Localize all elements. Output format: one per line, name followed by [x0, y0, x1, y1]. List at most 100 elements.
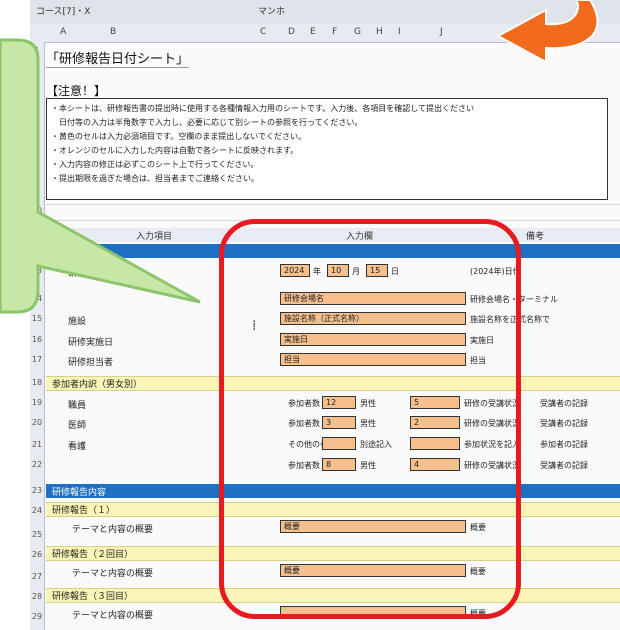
- row-number[interactable]: 15: [30, 314, 44, 323]
- day-unit: 日: [391, 267, 399, 276]
- row-number[interactable]: 28: [30, 592, 44, 601]
- report-section-header: 研修報告（３回目）: [46, 588, 620, 603]
- row-number[interactable]: 26: [30, 550, 44, 559]
- note-line: ・黄色のセルは入力必須項目です。空欄のまま提出しないでください。: [51, 132, 306, 141]
- report-summary-input[interactable]: 概要: [280, 520, 466, 533]
- row-number[interactable]: 19: [30, 398, 44, 407]
- date-note: (2024年)日付: [470, 267, 521, 276]
- band-label-items: 入力項目: [136, 232, 173, 242]
- report-summary-input[interactable]: 概要: [280, 564, 466, 577]
- facility-input[interactable]: 施設名称（正式名称）: [280, 312, 466, 325]
- row-number[interactable]: 5: [30, 128, 44, 137]
- date-text-input[interactable]: 実施日: [280, 333, 466, 346]
- staff-input[interactable]: 担当: [280, 353, 466, 366]
- section-header-participants: 参加者内訳（男女別）: [46, 376, 620, 391]
- band-label-input: 入力欄: [346, 232, 374, 242]
- venue-input[interactable]: 研修会場名: [280, 292, 466, 305]
- notes-box: ・本シートは、研修報告書の提出時に使用する各種情報入力用のシートです。入力後、各…: [46, 98, 608, 200]
- report-field-label: テーマと内容の概要: [72, 611, 154, 621]
- column-header[interactable]: A: [60, 27, 66, 37]
- row-number[interactable]: 14: [30, 294, 44, 303]
- participant-label: 職員: [68, 401, 87, 411]
- column-header[interactable]: G: [354, 27, 361, 37]
- row-number[interactable]: 22: [30, 460, 44, 469]
- column-header[interactable]: D: [288, 27, 295, 37]
- section-label: 参加者内訳（男女別）: [52, 380, 143, 390]
- row-number[interactable]: 2: [30, 84, 44, 93]
- row-number[interactable]: 25: [30, 530, 44, 539]
- section-label: 基本情報: [52, 248, 89, 258]
- bracket-mark: ⁞: [252, 318, 257, 334]
- report-field-label: テーマと内容の概要: [72, 569, 154, 579]
- row-number[interactable]: 27: [30, 572, 44, 581]
- column-header[interactable]: E: [310, 27, 316, 37]
- row-number[interactable]: 13: [30, 266, 44, 275]
- report-section-header: 研修報告（２回目）: [46, 546, 620, 561]
- year-input[interactable]: 2024: [280, 264, 310, 277]
- note-line: ・提出期限を過ぎた場合は、担当者までご連絡ください。: [51, 174, 259, 183]
- row-number[interactable]: 20: [30, 418, 44, 427]
- report-note: 概要: [470, 523, 486, 532]
- row-number[interactable]: 9: [30, 184, 44, 193]
- name-box[interactable]: コース[7]・X: [36, 4, 90, 17]
- column-headers: A B C D E F G H I J: [30, 24, 620, 43]
- field-note: 実施日: [470, 336, 494, 345]
- field-note: 研修会場名・ターミナル: [470, 295, 558, 304]
- participant-note: 受講者の記録: [540, 461, 588, 470]
- formula-input[interactable]: マンホ: [258, 4, 285, 17]
- count-input[interactable]: 3: [322, 416, 356, 429]
- row-number[interactable]: 23: [30, 486, 44, 495]
- row-number[interactable]: 8: [30, 170, 44, 179]
- month-unit: 月: [352, 267, 360, 276]
- gender-label: 男性: [360, 419, 376, 428]
- field-note: 施設名称を正式名称で: [470, 315, 550, 324]
- report-summary-input[interactable]: [280, 606, 466, 619]
- gender-count-input[interactable]: 2: [410, 416, 460, 429]
- row-number[interactable]: 24: [30, 506, 44, 515]
- row-number[interactable]: 17: [30, 355, 44, 364]
- gender-label: 別途記入: [360, 440, 392, 449]
- gender-count-input[interactable]: 4: [410, 458, 460, 471]
- column-header[interactable]: H: [376, 27, 383, 37]
- notice-heading: 【注意！】: [46, 84, 107, 98]
- section-header-reports: 研修報告内容: [46, 484, 620, 498]
- column-header[interactable]: J: [440, 27, 443, 37]
- grid-line: [46, 220, 620, 221]
- column-header[interactable]: I: [398, 27, 401, 37]
- gender-count-input[interactable]: [410, 437, 460, 450]
- row-number[interactable]: 3: [30, 100, 44, 109]
- row-number[interactable]: 21: [30, 440, 44, 449]
- column-header[interactable]: C: [260, 27, 266, 37]
- column-header[interactable]: B: [110, 27, 116, 37]
- gender-count-input[interactable]: 5: [410, 396, 460, 409]
- participant-note: 受講者の記録: [540, 399, 588, 408]
- row-number[interactable]: 11: [30, 232, 44, 241]
- section-header-basic: 基本情報: [46, 244, 620, 258]
- participant-label: 医師: [68, 421, 87, 431]
- participant-note: 受講者の記録: [540, 419, 588, 428]
- row-number[interactable]: 16: [30, 335, 44, 344]
- column-header[interactable]: F: [332, 27, 337, 37]
- row-number[interactable]: 6: [30, 142, 44, 151]
- count-label: 参加者数: [288, 461, 320, 470]
- participant-note: 参加状況を記入: [464, 440, 520, 449]
- count-input[interactable]: 12: [322, 396, 356, 409]
- field-label: 研修担当者: [68, 358, 114, 368]
- field-label: 施設: [68, 317, 87, 327]
- row-number[interactable]: 1: [30, 46, 44, 55]
- count-label: 参加者数: [288, 419, 320, 428]
- row-number[interactable]: 12: [30, 248, 44, 257]
- participant-note: 参加者の記録: [540, 440, 588, 449]
- month-input[interactable]: 10: [327, 264, 349, 277]
- row-number[interactable]: 10: [30, 206, 44, 215]
- count-input[interactable]: 8: [322, 458, 356, 471]
- count-input[interactable]: [322, 437, 356, 450]
- row-number[interactable]: 29: [30, 612, 44, 621]
- row-number[interactable]: 18: [30, 378, 44, 387]
- participant-note: 研修の受講状況: [464, 419, 520, 428]
- gender-label: 男性: [360, 399, 376, 408]
- note-line: 日付等の入力は半角数字で入力し、必要に応じて別シートの参照を行ってください。: [51, 118, 363, 127]
- row-number[interactable]: 4: [30, 114, 44, 123]
- row-number[interactable]: 7: [30, 156, 44, 165]
- day-input[interactable]: 15: [366, 264, 388, 277]
